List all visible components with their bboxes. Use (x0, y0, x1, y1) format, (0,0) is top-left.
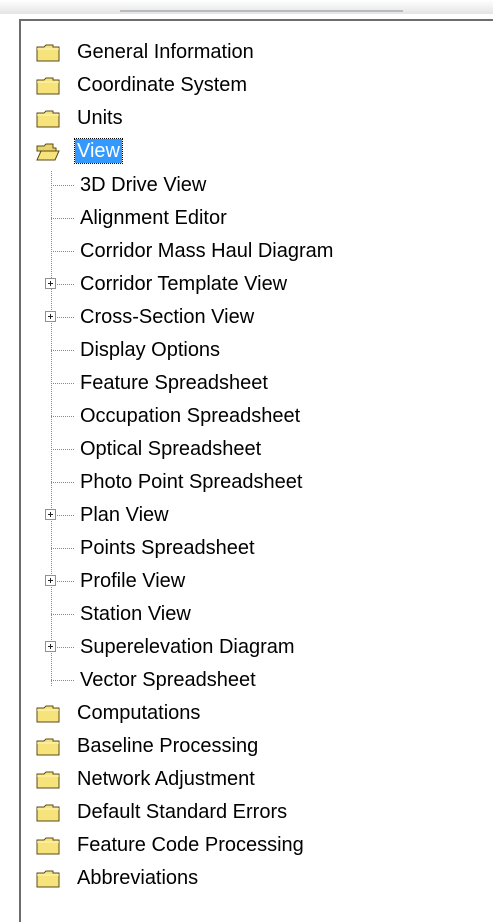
tree-folder-general-information[interactable]: General Information (21, 36, 491, 69)
expand-plus-icon[interactable] (45, 311, 56, 322)
folder-icon (36, 837, 60, 855)
folder-icon (36, 771, 60, 789)
tree-item-label: 3D Drive View (80, 174, 207, 196)
tree-branch-line (51, 614, 74, 615)
tree-item-label: Superelevation Diagram (80, 636, 295, 658)
tree-item-label: Alignment Editor (80, 207, 227, 229)
tree-folder-label: Coordinate System (77, 74, 248, 96)
tree-branch-line (51, 185, 74, 186)
options-tree-panel: General Information Coordinate System Un… (19, 19, 493, 922)
tree-item-label: Cross-Section View (80, 306, 255, 328)
tree-item-occupation-spreadsheet[interactable]: Occupation Spreadsheet (21, 400, 491, 433)
folder-icon (36, 705, 60, 723)
tree-folder-label: Baseline Processing (77, 735, 259, 757)
tree-item-label: Corridor Mass Haul Diagram (80, 240, 334, 262)
expand-plus-icon[interactable] (45, 278, 56, 289)
tree-item-superelevation-diagram[interactable]: Superelevation Diagram (21, 631, 491, 664)
tree-item-label: Profile View (80, 570, 186, 592)
tree-folder-network-adjustment[interactable]: Network Adjustment (21, 763, 491, 796)
tree-item-label: Feature Spreadsheet (80, 372, 268, 394)
tree-branch-line (51, 251, 74, 252)
tree-item-vector-spreadsheet[interactable]: Vector Spreadsheet (21, 664, 491, 697)
tree-item-3d-drive-view[interactable]: 3D Drive View (21, 169, 491, 202)
tree-branch-line (51, 416, 74, 417)
tree-item-corridor-mass-haul-diagram[interactable]: Corridor Mass Haul Diagram (21, 235, 491, 268)
tree-branch-line (51, 482, 74, 483)
tree-item-points-spreadsheet[interactable]: Points Spreadsheet (21, 532, 491, 565)
tree-item-display-options[interactable]: Display Options (21, 334, 491, 367)
tree-item-label: Occupation Spreadsheet (80, 405, 301, 427)
tree-folder-feature-code-processing[interactable]: Feature Code Processing (21, 829, 491, 862)
tree-item-label: Display Options (80, 339, 221, 361)
expand-plus-icon[interactable] (45, 509, 56, 520)
tree-folder-computations[interactable]: Computations (21, 697, 491, 730)
tree-folder-default-standard-errors[interactable]: Default Standard Errors (21, 796, 491, 829)
folder-icon (36, 738, 60, 756)
tree-branch-line (51, 548, 74, 549)
folder-icon (36, 870, 60, 888)
tree-folder-label: General Information (77, 41, 254, 63)
tree-item-label: Points Spreadsheet (80, 537, 255, 559)
tree-branch-line (51, 449, 74, 450)
folder-icon (36, 44, 60, 62)
tree-branch-line (51, 383, 74, 384)
tree-folder-label: View (74, 138, 123, 164)
tree-item-profile-view[interactable]: Profile View (21, 565, 491, 598)
tree-item-label: Plan View (80, 504, 169, 526)
tree-branch-line (51, 350, 74, 351)
tree-item-corridor-template-view[interactable]: Corridor Template View (21, 268, 491, 301)
tree-item-feature-spreadsheet[interactable]: Feature Spreadsheet (21, 367, 491, 400)
tree-item-label: Corridor Template View (80, 273, 288, 295)
tree-folder-baseline-processing[interactable]: Baseline Processing (21, 730, 491, 763)
tree-item-label: Vector Spreadsheet (80, 669, 256, 691)
tree-folder-label: Units (77, 107, 123, 129)
tree-item-optical-spreadsheet[interactable]: Optical Spreadsheet (21, 433, 491, 466)
tree-item-label: Station View (80, 603, 191, 625)
tree-folder-label: Abbreviations (77, 867, 199, 889)
folder-icon (36, 804, 60, 822)
tree-folder-abbreviations[interactable]: Abbreviations (21, 862, 491, 895)
tree-folder-label: Default Standard Errors (77, 801, 288, 823)
folder-icon (36, 77, 60, 95)
tree-folder-label: Computations (77, 702, 201, 724)
folder-icon (36, 110, 60, 128)
tree-folder-view[interactable]: View (21, 135, 491, 168)
tree-item-plan-view[interactable]: Plan View (21, 499, 491, 532)
tree-item-alignment-editor[interactable]: Alignment Editor (21, 202, 491, 235)
expand-plus-icon[interactable] (45, 641, 56, 652)
tree-folder-label: Network Adjustment (77, 768, 255, 790)
tree-folder-units[interactable]: Units (21, 102, 491, 135)
window-title-band (0, 0, 493, 14)
tree-item-photo-point-spreadsheet[interactable]: Photo Point Spreadsheet (21, 466, 491, 499)
tree-folder-label: Feature Code Processing (77, 834, 304, 856)
tree-folder-coordinate-system[interactable]: Coordinate System (21, 69, 491, 102)
tree-item-cross-section-view[interactable]: Cross-Section View (21, 301, 491, 334)
tree-branch-line (51, 218, 74, 219)
open-folder-icon (36, 143, 60, 161)
tree-item-label: Optical Spreadsheet (80, 438, 262, 460)
tree-item-station-view[interactable]: Station View (21, 598, 491, 631)
options-tree: General Information Coordinate System Un… (21, 21, 493, 922)
tree-item-label: Photo Point Spreadsheet (80, 471, 303, 493)
tree-branch-line (51, 680, 74, 681)
expand-plus-icon[interactable] (45, 575, 56, 586)
